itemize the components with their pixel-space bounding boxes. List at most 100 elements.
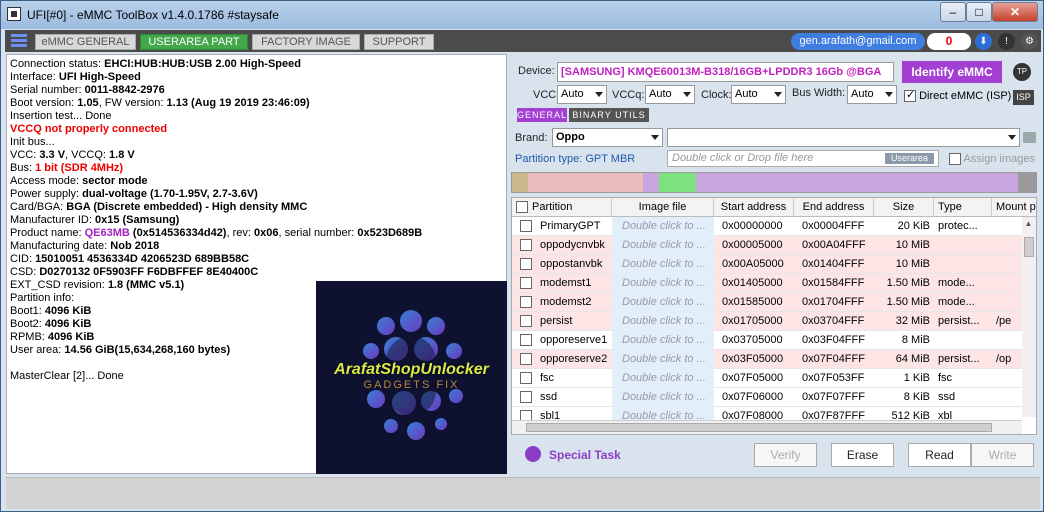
log-line: EXT_CSD revision: 1.8 (MMC v5.1) bbox=[10, 279, 185, 291]
table-row[interactable]: modemst1 Double click to ... 0x01405000 0x0… bbox=[512, 274, 1022, 293]
column-header[interactable]: Type bbox=[934, 198, 992, 217]
size-cell: 64 MiB bbox=[895, 353, 930, 365]
identify-emmc-button[interactable]: Identify eMMC bbox=[902, 61, 1002, 83]
column-header[interactable]: Image file bbox=[612, 198, 714, 217]
tab-userarea-part[interactable]: USERAREA PART bbox=[140, 34, 248, 50]
start-cell: 0x00A05000 bbox=[722, 258, 784, 270]
subtab-general[interactable]: GENERAL bbox=[517, 108, 567, 122]
subtab-binary-utils[interactable]: BINARY UTILS bbox=[569, 108, 649, 122]
checkbox-checked-icon[interactable] bbox=[904, 88, 916, 103]
account-email[interactable]: gen.arafath@gmail.com bbox=[791, 33, 925, 50]
partition-bar-segment bbox=[528, 173, 643, 192]
mount-cell bbox=[996, 236, 1022, 255]
vcc-select[interactable]: Auto bbox=[557, 85, 607, 104]
table-row[interactable]: modemst2 Double click to ... 0x01585000 0x0… bbox=[512, 293, 1022, 312]
special-task-button[interactable]: Special Task bbox=[525, 446, 621, 462]
row-checkbox[interactable] bbox=[520, 296, 532, 308]
settings-icon[interactable]: ⚙ bbox=[1021, 33, 1038, 50]
mount-cell: /pe bbox=[996, 315, 1012, 327]
row-checkbox[interactable] bbox=[520, 220, 532, 232]
mount-cell bbox=[996, 255, 1022, 274]
isp-badge: ISP bbox=[1013, 90, 1034, 105]
tab-emmc-general[interactable]: eMMC GENERAL bbox=[35, 34, 136, 50]
clock-select[interactable]: Auto bbox=[731, 85, 786, 104]
column-header[interactable]: Mount p bbox=[992, 198, 1036, 217]
table-row[interactable]: PrimaryGPT Double click to ... 0x00000000 0… bbox=[512, 217, 1022, 236]
column-header[interactable]: End address bbox=[794, 198, 874, 217]
mount-cell bbox=[996, 274, 1022, 293]
app-icon bbox=[7, 7, 21, 21]
image-file-cell[interactable]: Double click to ... bbox=[612, 350, 714, 369]
log-line: VCC: 3.3 V, VCCQ: 1.8 V bbox=[10, 149, 135, 161]
column-header[interactable]: Start address bbox=[714, 198, 794, 217]
table-row[interactable]: ssd Double click to ... 0x07F06000 0x07F07F… bbox=[512, 388, 1022, 407]
minimize-button[interactable]: – bbox=[940, 2, 966, 22]
column-header[interactable]: Partition bbox=[512, 198, 612, 217]
info-icon[interactable]: ! bbox=[998, 33, 1015, 50]
table-row[interactable]: opporeserve1 Double click to ... 0x0370500… bbox=[512, 331, 1022, 350]
tab-support[interactable]: SUPPORT bbox=[364, 34, 434, 50]
table-row[interactable]: opporeserve2 Double click to ... 0x03F0500… bbox=[512, 350, 1022, 369]
vcc-value: Auto bbox=[561, 88, 584, 100]
start-cell: 0x01585000 bbox=[722, 296, 783, 308]
type-cell: mode... bbox=[938, 296, 975, 308]
row-checkbox[interactable] bbox=[520, 315, 532, 327]
title-bar[interactable]: UFI[#0] - eMMC ToolBox v1.4.0.1786 #stay… bbox=[1, 1, 1043, 29]
direct-emmc-toggle[interactable]: Direct eMMC (ISP) bbox=[904, 88, 1011, 103]
maximize-button[interactable]: □ bbox=[966, 2, 992, 22]
device-field[interactable]: [SAMSUNG] KMQE60013M-B318/16GB+LPDDR3 16… bbox=[557, 62, 894, 82]
image-file-cell[interactable]: Double click to ... bbox=[612, 312, 714, 331]
row-checkbox[interactable] bbox=[520, 258, 532, 270]
scroll-thumb[interactable] bbox=[526, 423, 992, 432]
image-file-cell[interactable]: Double click to ... bbox=[612, 255, 714, 274]
image-file-cell[interactable]: Double click to ... bbox=[612, 331, 714, 350]
row-checkbox[interactable] bbox=[520, 391, 532, 403]
horizontal-scrollbar[interactable] bbox=[512, 420, 1022, 434]
image-file-cell[interactable]: Double click to ... bbox=[612, 217, 714, 236]
row-checkbox[interactable] bbox=[520, 372, 532, 384]
folder-icon[interactable] bbox=[1023, 132, 1036, 143]
file-drop-zone[interactable]: Double click or Drop file here Userarea bbox=[667, 150, 939, 167]
image-file-cell[interactable]: Double click to ... bbox=[612, 236, 714, 255]
name-cell: oppodycnvbk bbox=[540, 239, 605, 251]
read-button[interactable]: Read bbox=[908, 443, 971, 467]
verify-button[interactable]: Verify bbox=[754, 443, 817, 467]
end-cell: 0x01584FFF bbox=[802, 277, 865, 289]
row-checkbox[interactable] bbox=[520, 277, 532, 289]
table-row[interactable]: oppodycnvbk Double click to ... 0x00005000… bbox=[512, 236, 1022, 255]
close-button[interactable]: ✕ bbox=[992, 2, 1038, 22]
scroll-thumb[interactable] bbox=[1024, 237, 1034, 257]
tab-factory-image[interactable]: FACTORY IMAGE bbox=[252, 34, 360, 50]
bus-width-select[interactable]: Auto bbox=[847, 85, 897, 104]
write-button[interactable]: Write bbox=[971, 443, 1034, 467]
image-file-cell[interactable]: Double click to ... bbox=[612, 388, 714, 407]
column-header-label: Partition bbox=[532, 201, 573, 213]
table-row[interactable]: oppostanvbk Double click to ... 0x00A05000… bbox=[512, 255, 1022, 274]
brand-logo: ArafatShopUnlocker GADGETS FIX bbox=[316, 281, 507, 474]
menu-icon[interactable] bbox=[11, 34, 27, 48]
mount-cell bbox=[996, 217, 1022, 236]
table-row[interactable]: persist Double click to ... 0x01705000 0x03… bbox=[512, 312, 1022, 331]
vertical-scrollbar[interactable]: ▲ bbox=[1022, 217, 1036, 417]
row-checkbox[interactable] bbox=[520, 239, 532, 251]
download-icon[interactable]: ⬇ bbox=[975, 33, 992, 50]
table-row[interactable]: fsc Double click to ... 0x07F05000 0x07F053… bbox=[512, 369, 1022, 388]
tp-button[interactable]: TP bbox=[1013, 63, 1031, 81]
scroll-up-icon[interactable]: ▲ bbox=[1024, 219, 1033, 231]
select-all-checkbox[interactable] bbox=[516, 201, 528, 213]
model-select[interactable] bbox=[667, 128, 1020, 147]
column-header[interactable]: Size bbox=[874, 198, 934, 217]
image-file-cell[interactable]: Double click to ... bbox=[612, 369, 714, 388]
row-checkbox[interactable] bbox=[520, 353, 532, 365]
checkbox-icon[interactable] bbox=[949, 153, 961, 166]
row-checkbox[interactable] bbox=[520, 334, 532, 346]
start-cell: 0x03F05000 bbox=[722, 353, 784, 365]
assign-images-toggle[interactable]: Assign images bbox=[949, 153, 1035, 166]
brand-select[interactable]: Oppo bbox=[552, 128, 663, 147]
brand-label: Brand: bbox=[515, 132, 548, 144]
vccq-select[interactable]: Auto bbox=[645, 85, 695, 104]
erase-button[interactable]: Erase bbox=[831, 443, 894, 467]
image-file-cell[interactable]: Double click to ... bbox=[612, 293, 714, 312]
image-file-cell[interactable]: Double click to ... bbox=[612, 274, 714, 293]
log-line: Manufacturer ID: 0x15 (Samsung) bbox=[10, 214, 180, 226]
